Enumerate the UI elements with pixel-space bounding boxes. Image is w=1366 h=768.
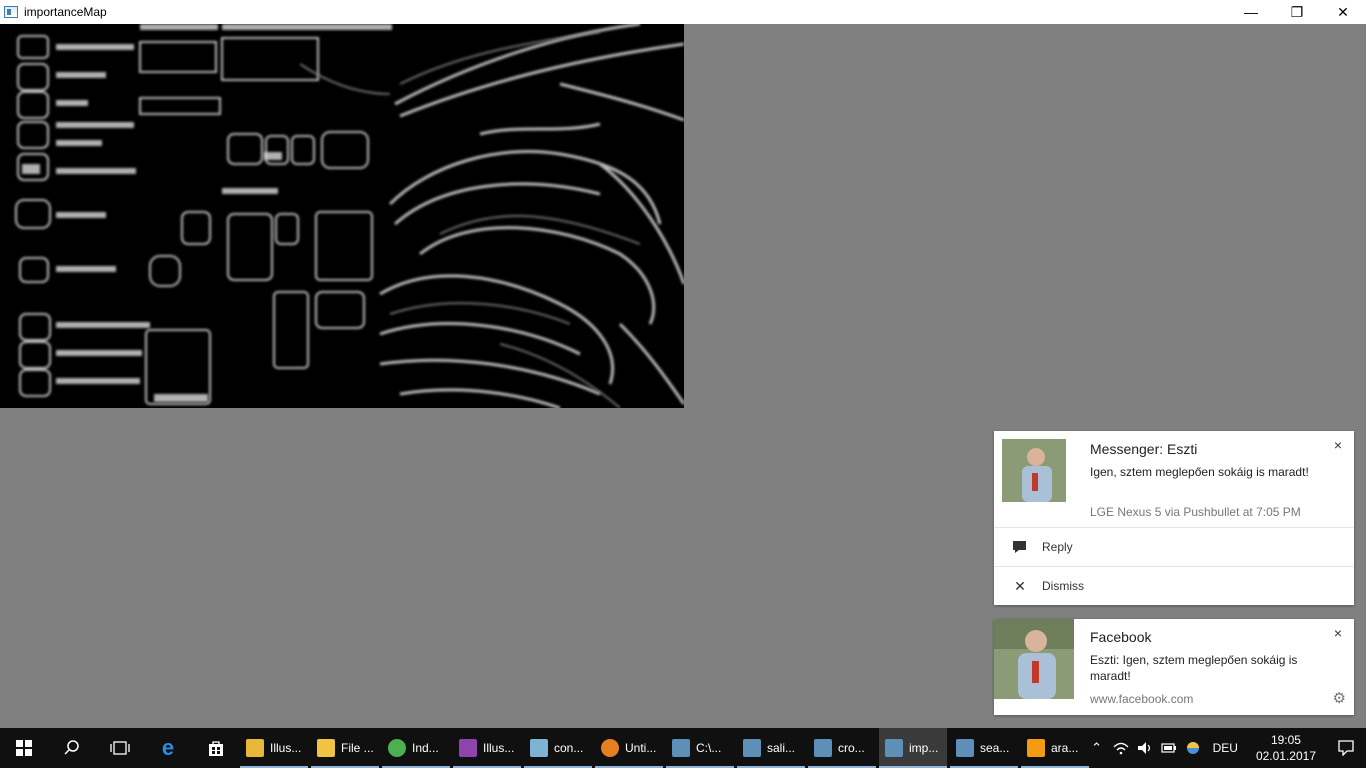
taskbar-app-button[interactable]: File ...: [311, 728, 379, 768]
taskbar-app-label: C:\...: [696, 741, 722, 755]
taskbar: e Illus... File ... Ind... Illus... con... Un…: [0, 728, 1366, 768]
dismiss-button[interactable]: ✕ Dismiss: [994, 566, 1354, 605]
minimize-button[interactable]: —: [1228, 0, 1274, 24]
show-hidden-icons-chevron-icon[interactable]: ⌃: [1085, 740, 1109, 756]
search-icon: [64, 740, 79, 755]
task-view-icon: [110, 741, 130, 755]
window-icon: [743, 739, 761, 757]
restore-button[interactable]: ❐: [1274, 0, 1320, 24]
window-icon: [885, 739, 903, 757]
windows-logo-icon: [16, 740, 32, 756]
reply-label: Reply: [1042, 540, 1073, 554]
window-title: importanceMap: [24, 5, 107, 19]
edge-browser-icon: e: [161, 735, 175, 760]
clock-time: 19:05: [1270, 733, 1301, 747]
taskbar-app-button[interactable]: imp...: [879, 728, 947, 768]
input-language-indicator[interactable]: DEU: [1213, 741, 1238, 755]
taskbar-app-label: con...: [554, 741, 584, 755]
window-icon: [672, 739, 690, 757]
taskbar-app-button[interactable]: cro...: [808, 728, 876, 768]
notepad-icon: [530, 739, 548, 757]
notification-message: Igen, sztem meglepően sokáig is maradt!: [1090, 465, 1309, 479]
dismiss-label: Dismiss: [1042, 579, 1084, 593]
settings-gear-icon[interactable]: ⚙: [1333, 689, 1346, 707]
saliency-rendering: [0, 24, 684, 408]
taskbar-app-button[interactable]: C:\...: [666, 728, 734, 768]
taskbar-app-label: imp...: [909, 741, 939, 755]
vlc-icon: [1027, 739, 1045, 757]
close-button[interactable]: ✕: [1320, 0, 1366, 24]
taskbar-app-button[interactable]: Unti...: [595, 728, 663, 768]
sender-avatar: [994, 619, 1074, 699]
pushbullet-tray-icon[interactable]: [1181, 741, 1205, 755]
taskbar-app-label: sea...: [980, 741, 1010, 755]
file-explorer-icon: [317, 739, 335, 757]
window-title-bar: importanceMap — ❐ ✕: [0, 0, 1366, 24]
close-notification-button[interactable]: ×: [1330, 437, 1346, 453]
reply-button[interactable]: Reply: [994, 527, 1354, 566]
avatar-photo: [1002, 439, 1066, 502]
battery-icon[interactable]: [1157, 742, 1181, 754]
taskbar-app-button[interactable]: Illus...: [240, 728, 308, 768]
taskbar-app-label: Illus...: [270, 741, 302, 755]
taskbar-app-label: cro...: [838, 741, 865, 755]
taskbar-app-label: ara...: [1051, 741, 1079, 755]
visual-studio-icon: [459, 739, 477, 757]
taskbar-app-label: Unti...: [625, 741, 657, 755]
edge-pinned-button[interactable]: e: [144, 728, 192, 768]
store-icon: [209, 741, 223, 756]
reply-icon: [1012, 541, 1028, 553]
start-button[interactable]: [0, 728, 48, 768]
notification-source: www.facebook.com: [1090, 692, 1194, 706]
notification-message: Eszti: Igen, sztem meglepően sokáig is m…: [1090, 653, 1298, 683]
taskbar-app-button[interactable]: con...: [524, 728, 592, 768]
notification-source: LGE Nexus 5 via Pushbullet at 7:05 PM: [1090, 505, 1301, 519]
taskbar-app-button[interactable]: sea...: [950, 728, 1018, 768]
taskbar-app-button[interactable]: sali...: [737, 728, 805, 768]
sender-avatar: [1002, 439, 1066, 502]
notification-speech-bubble-icon: [1338, 740, 1354, 756]
notification-title: Messenger: Eszti: [1090, 441, 1198, 457]
messenger-notification[interactable]: Messenger: Eszti Igen, sztem meglepően s…: [994, 431, 1354, 605]
chrome-icon: [388, 739, 406, 757]
search-button[interactable]: [48, 728, 96, 768]
facebook-notification[interactable]: Facebook Eszti: Igen, sztem meglepően so…: [994, 619, 1354, 715]
window-icon: [956, 739, 974, 757]
task-view-button[interactable]: [96, 728, 144, 768]
taskbar-app-label: Illus...: [483, 741, 515, 755]
clock-date: 02.01.2017: [1255, 749, 1316, 763]
system-tray: ⌃ DEU 19:05 02.01.2017: [1085, 728, 1366, 768]
taskbar-app-button[interactable]: ara...: [1021, 728, 1089, 768]
app-window-icon: [4, 6, 18, 18]
importance-map-image: [0, 24, 684, 408]
taskbar-app-label: sali...: [767, 741, 796, 755]
store-pinned-button[interactable]: [192, 728, 240, 768]
folder-icon: [246, 739, 264, 757]
taskbar-app-label: Ind...: [412, 741, 439, 755]
window-icon: [814, 739, 832, 757]
notification-title: Facebook: [1090, 629, 1152, 645]
dismiss-icon: ✕: [1014, 577, 1026, 594]
avatar-photo: [994, 619, 1074, 699]
taskbar-app-button[interactable]: Illus...: [453, 728, 521, 768]
taskbar-app-label: File ...: [341, 741, 374, 755]
action-center-button[interactable]: [1326, 728, 1366, 768]
paint-icon: [601, 739, 619, 757]
volume-icon[interactable]: [1133, 741, 1157, 755]
wifi-icon[interactable]: [1109, 741, 1133, 755]
clock[interactable]: 19:05 02.01.2017: [1256, 732, 1316, 764]
close-notification-button[interactable]: ×: [1330, 625, 1346, 641]
taskbar-app-button[interactable]: Ind...: [382, 728, 450, 768]
